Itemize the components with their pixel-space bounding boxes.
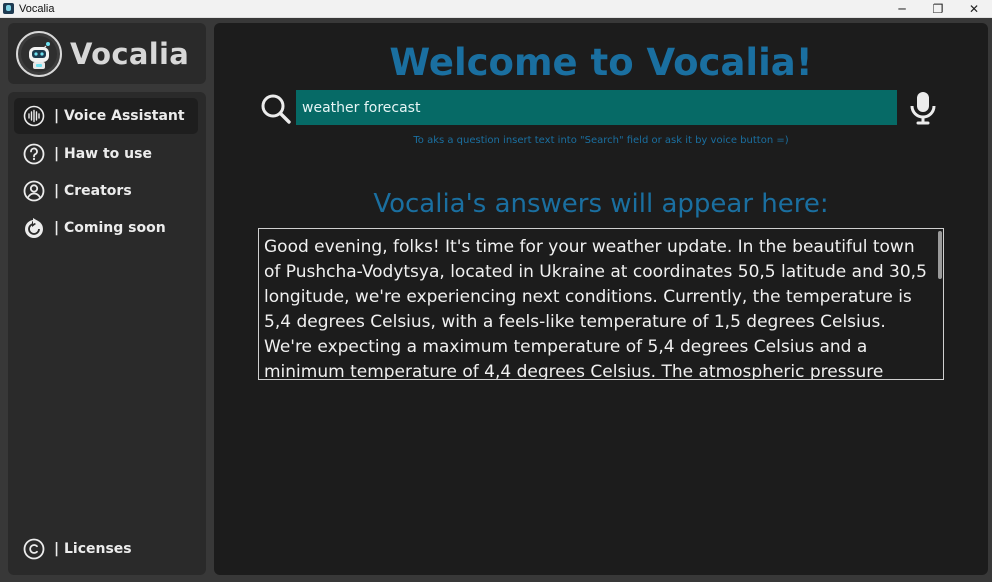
- microphone-icon[interactable]: [908, 91, 938, 125]
- search-hint: To aks a question insert text into "Sear…: [413, 135, 789, 146]
- window-controls: ─ ❐ ✕: [884, 0, 992, 18]
- question-circle-icon: [23, 143, 45, 165]
- page-title: Welcome to Vocalia!: [389, 41, 813, 84]
- sidebar-item-voice-assistant[interactable]: | Voice Assistant: [14, 98, 198, 134]
- answer-text: Good evening, folks! It's time for your …: [264, 237, 927, 380]
- app-window: Vocalia | Voice Assistant | Haw to use |…: [0, 18, 992, 582]
- sidebar-item-how-to-use[interactable]: | Haw to use: [14, 136, 198, 172]
- refresh-icon: [23, 217, 45, 239]
- close-button[interactable]: ✕: [956, 0, 992, 18]
- sidebar-item-creators[interactable]: | Creators: [14, 173, 198, 209]
- answer-textbox[interactable]: Good evening, folks! It's time for your …: [258, 228, 944, 380]
- app-icon: [3, 3, 14, 14]
- sidebar-item-label: | Haw to use: [54, 146, 152, 162]
- main-panel: Welcome to Vocalia! To aks a question in…: [214, 23, 988, 575]
- voice-wave-icon: [23, 105, 45, 127]
- logo-panel: Vocalia: [8, 23, 206, 84]
- robot-avatar-icon: [16, 30, 62, 77]
- sidebar-item-label: | Creators: [54, 183, 132, 199]
- sidebar: | Voice Assistant | Haw to use | Creator…: [8, 92, 206, 575]
- sidebar-item-label: | Voice Assistant: [54, 108, 185, 124]
- user-circle-icon: [23, 180, 45, 202]
- sidebar-item-label: | Licenses: [54, 541, 132, 557]
- answer-scrollbar[interactable]: [938, 231, 942, 279]
- minimize-button[interactable]: ─: [884, 0, 920, 18]
- search-icon[interactable]: [260, 93, 292, 125]
- sidebar-item-coming-soon[interactable]: | Coming soon: [14, 210, 198, 246]
- restore-button[interactable]: ❐: [920, 0, 956, 18]
- app-logo-text: Vocalia: [70, 36, 190, 71]
- window-title: Vocalia: [19, 2, 55, 15]
- sidebar-item-licenses[interactable]: | Licenses: [14, 531, 198, 567]
- answers-heading: Vocalia's answers will appear here:: [373, 189, 829, 219]
- sidebar-item-label: | Coming soon: [54, 220, 166, 236]
- copyright-icon: [23, 538, 45, 560]
- search-input[interactable]: [296, 90, 897, 125]
- title-bar: Vocalia ─ ❐ ✕: [0, 0, 992, 18]
